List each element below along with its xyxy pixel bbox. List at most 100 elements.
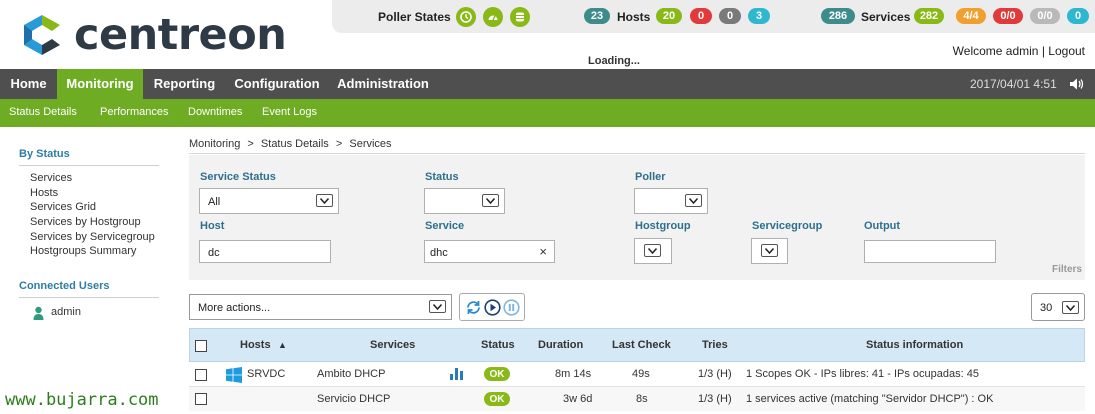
chevron-down-icon xyxy=(644,244,661,257)
hosts-pending-badge[interactable]: 3 xyxy=(748,8,770,24)
column-duration[interactable]: Duration xyxy=(538,339,583,351)
welcome-area: Welcome admin | Logout xyxy=(953,44,1085,58)
hosts-total-badge[interactable]: 23 xyxy=(584,8,610,24)
sidebar-item-services-by-hostgroup[interactable]: Services by Hostgroup xyxy=(30,216,141,228)
services-pending-badge[interactable]: 0 xyxy=(1067,8,1089,24)
play-icon[interactable] xyxy=(484,299,501,319)
table-row[interactable]: Servicio DHCP OK 3w 6d 8s 1/3 (H) 1 serv… xyxy=(189,387,1085,411)
refresh-icon[interactable] xyxy=(465,299,482,319)
refresh-controls xyxy=(459,293,525,321)
select-all-checkbox[interactable] xyxy=(195,340,207,352)
poller-gauge-icon[interactable] xyxy=(483,7,503,27)
status-badge: OK xyxy=(484,392,510,406)
row-last-check: 49s xyxy=(632,368,650,380)
column-status-information[interactable]: Status information xyxy=(866,339,963,351)
breadcrumb-monitoring[interactable]: Monitoring xyxy=(189,138,240,150)
nav-home[interactable]: Home xyxy=(0,69,57,99)
nav-monitoring[interactable]: Monitoring xyxy=(57,69,143,99)
breadcrumb-status-details[interactable]: Status Details xyxy=(261,138,329,150)
welcome-text: Welcome admin xyxy=(952,44,1039,58)
output-input[interactable] xyxy=(864,240,996,263)
servicegroup-select[interactable] xyxy=(751,238,788,264)
subnav-event-logs[interactable]: Event Logs xyxy=(262,106,317,118)
row-checkbox[interactable] xyxy=(195,393,207,405)
sidebar-item-services-grid[interactable]: Services Grid xyxy=(30,201,96,213)
page-size-select[interactable]: 30 xyxy=(1031,293,1085,321)
hostgroup-select[interactable] xyxy=(634,238,672,264)
row-tries: 1/3 (H) xyxy=(698,368,732,380)
speaker-icon[interactable] xyxy=(1069,77,1085,94)
logout-link[interactable]: Logout xyxy=(1048,44,1085,58)
service-status-select[interactable]: All xyxy=(199,188,339,214)
row-host[interactable]: SRVDC xyxy=(247,368,285,380)
table-row[interactable]: SRVDC Ambito DHCP OK 8m 14s 49s 1/3 (H) … xyxy=(189,362,1085,387)
subnav-performances[interactable]: Performances xyxy=(100,106,168,118)
centreon-logo[interactable]: centreon xyxy=(18,10,318,60)
row-checkbox[interactable] xyxy=(195,369,207,381)
hosts-up-badge[interactable]: 20 xyxy=(656,8,682,24)
chevron-down-icon xyxy=(761,244,778,257)
more-actions-select[interactable]: More actions... xyxy=(189,294,452,320)
row-service[interactable]: Ambito DHCP xyxy=(317,368,385,380)
poller-clock-icon[interactable] xyxy=(456,7,476,27)
services-unknown-badge[interactable]: 0/0 xyxy=(1030,8,1060,24)
column-tries[interactable]: Tries xyxy=(702,339,728,351)
chevron-down-icon xyxy=(685,194,702,207)
subnav-status-details[interactable]: Status Details xyxy=(9,106,77,118)
poller-database-icon[interactable] xyxy=(510,7,530,27)
breadcrumb-separator: > xyxy=(247,138,254,150)
breadcrumb-services[interactable]: Services xyxy=(349,138,391,150)
chevron-down-icon xyxy=(1062,301,1079,314)
nav-reporting[interactable]: Reporting xyxy=(143,69,226,99)
centreon-logo-icon xyxy=(24,15,60,55)
subnav-downtimes[interactable]: Downtimes xyxy=(188,106,242,118)
welcome-separator: | xyxy=(1041,44,1045,58)
status-select[interactable] xyxy=(424,188,505,214)
services-critical-badge[interactable]: 0/0 xyxy=(993,8,1023,24)
row-service[interactable]: Servicio DHCP xyxy=(317,393,390,405)
performance-graph-icon[interactable] xyxy=(450,368,463,383)
sub-nav: Status Details Performances Downtimes Ev… xyxy=(0,99,1095,127)
chevron-down-icon xyxy=(316,194,333,207)
breadcrumb-separator: > xyxy=(335,138,343,150)
table-header: Hosts ▲ Services Status Duration Last Ch… xyxy=(189,328,1085,362)
host-label: Host xyxy=(200,220,225,232)
pause-icon[interactable] xyxy=(503,299,520,319)
status-summary-bar: Poller States 23 Hosts 20 0 0 3 286 Serv… xyxy=(332,0,1095,33)
column-status[interactable]: Status xyxy=(481,339,515,351)
sidebar-divider xyxy=(19,165,159,166)
breadcrumb-divider xyxy=(189,153,1085,154)
column-services[interactable]: Services xyxy=(370,339,415,351)
sidebar-by-status-title: By Status xyxy=(19,148,70,160)
status-badge: OK xyxy=(484,367,510,381)
services-ok-badge[interactable]: 282 xyxy=(914,8,944,24)
servicegroup-label: Servicegroup xyxy=(752,220,823,232)
hosts-down-badge[interactable]: 0 xyxy=(690,8,712,24)
services-total-badge[interactable]: 286 xyxy=(821,8,855,24)
sidebar-connected-users-title: Connected Users xyxy=(19,280,110,292)
sort-ascending-icon[interactable]: ▲ xyxy=(278,340,287,350)
host-input[interactable]: dc xyxy=(199,240,331,263)
service-input[interactable]: dhc × xyxy=(424,240,555,263)
services-warning-badge[interactable]: 4/4 xyxy=(956,8,986,24)
row-status-information: 1 Scopes OK - IPs libres: 41 - IPs ocupa… xyxy=(746,368,979,380)
hosts-unreachable-badge[interactable]: 0 xyxy=(719,8,741,24)
poller-label: Poller xyxy=(635,171,666,183)
sidebar-item-services[interactable]: Services xyxy=(30,172,72,184)
column-last-check[interactable]: Last Check xyxy=(612,339,671,351)
sidebar-item-services-by-servicegroup[interactable]: Services by Servicegroup xyxy=(30,231,155,243)
sidebar-item-hosts[interactable]: Hosts xyxy=(30,187,58,199)
sidebar-item-hostgroups-summary[interactable]: Hostgroups Summary xyxy=(30,245,136,257)
clear-input-icon[interactable]: × xyxy=(539,244,547,259)
nav-configuration[interactable]: Configuration xyxy=(226,69,328,99)
column-hosts[interactable]: Hosts xyxy=(240,339,271,351)
status-label: Status xyxy=(425,171,459,183)
output-label: Output xyxy=(864,220,901,232)
row-tries: 1/3 (H) xyxy=(698,393,732,405)
sidebar-divider xyxy=(19,297,159,298)
main-nav: Home Monitoring Reporting Configuration … xyxy=(0,69,1095,99)
brand-name: centreon xyxy=(74,10,287,60)
connected-user-admin[interactable]: admin xyxy=(51,306,81,318)
nav-administration[interactable]: Administration xyxy=(328,69,438,99)
poller-select[interactable] xyxy=(634,188,708,214)
